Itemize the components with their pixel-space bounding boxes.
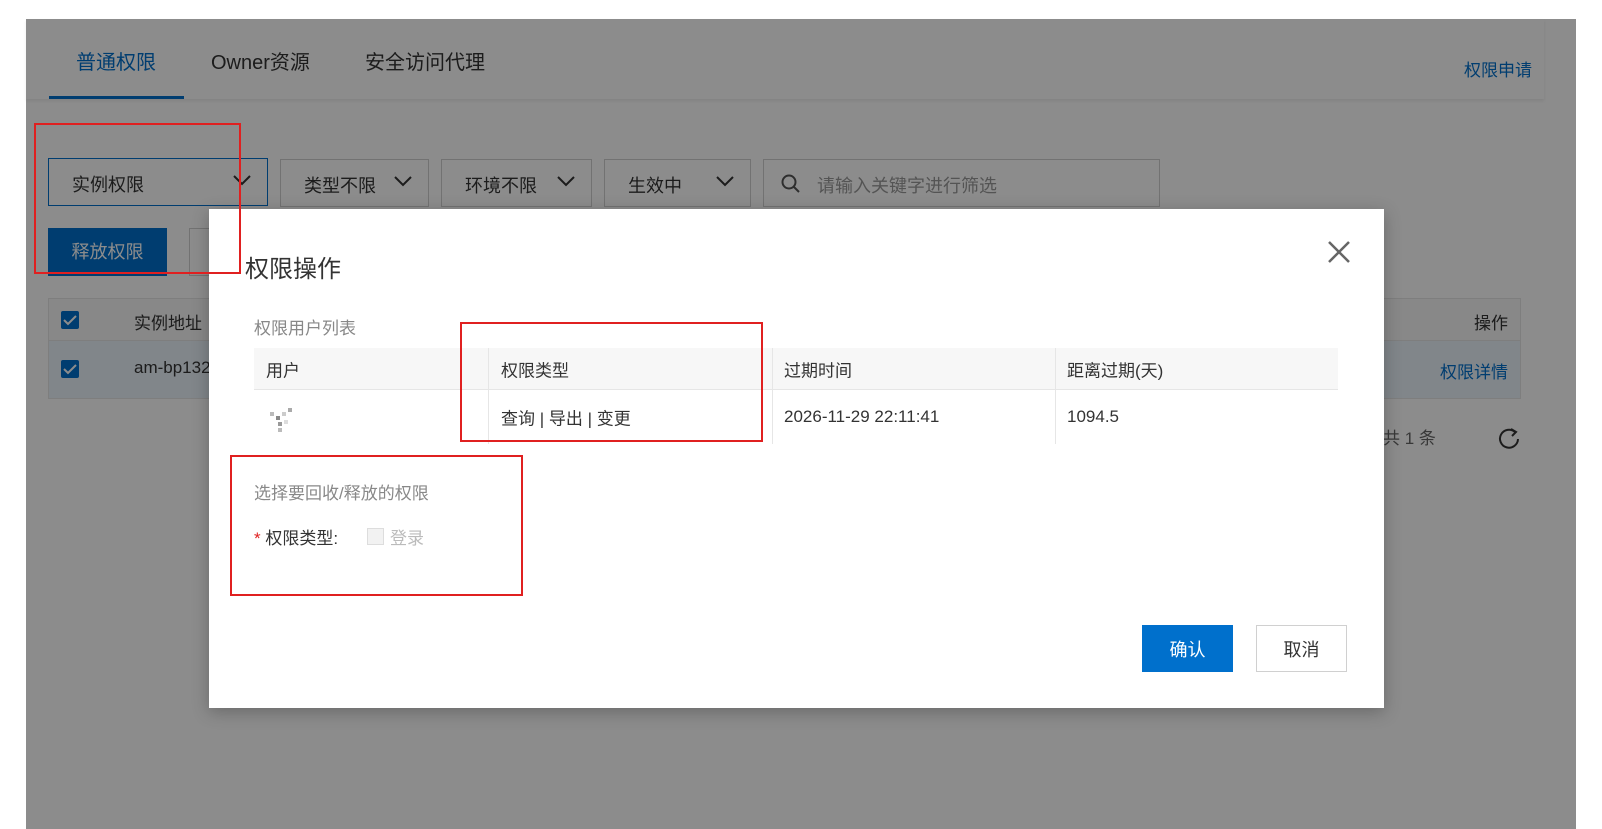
user-list-label: 权限用户列表 xyxy=(254,319,356,338)
required-mark: * xyxy=(254,529,261,548)
login-permission-label: 登录 xyxy=(390,529,424,548)
close-icon[interactable] xyxy=(1326,239,1352,265)
expire-time-cell: 2026-11-29 22:11:41 xyxy=(784,407,940,426)
confirm-button[interactable]: 确认 xyxy=(1142,625,1233,672)
login-permission-checkbox[interactable] xyxy=(367,528,384,545)
days-left-cell: 1094.5 xyxy=(1067,407,1119,426)
user-cell xyxy=(254,390,489,444)
permission-user-table: 用户 权限类型 过期时间 距离过期(天) 查询 | 导出 | 变更 2026-1… xyxy=(254,348,1338,444)
dialog-title: 权限操作 xyxy=(245,256,341,283)
column-days-left: 距离过期(天) xyxy=(1067,361,1164,380)
table-header: 用户 权限类型 过期时间 距离过期(天) xyxy=(254,348,1338,390)
select-permission-label: 选择要回收/释放的权限 xyxy=(254,484,429,503)
cancel-button[interactable]: 取消 xyxy=(1256,625,1347,672)
permission-type-field-label: * 权限类型: xyxy=(254,529,339,548)
table-row: 查询 | 导出 | 变更 2026-11-29 22:11:41 1094.5 xyxy=(254,390,1338,444)
column-user: 用户 xyxy=(266,361,300,380)
permission-type-cell: 查询 | 导出 | 变更 xyxy=(501,409,631,429)
column-permission-type: 权限类型 xyxy=(501,361,569,380)
column-expire-time: 过期时间 xyxy=(784,361,852,380)
user-avatar-icon xyxy=(270,408,292,432)
permission-operation-dialog: 权限操作 权限用户列表 用户 权限类型 过期时间 距离过期(天) 查询 | 导出 xyxy=(209,209,1384,708)
